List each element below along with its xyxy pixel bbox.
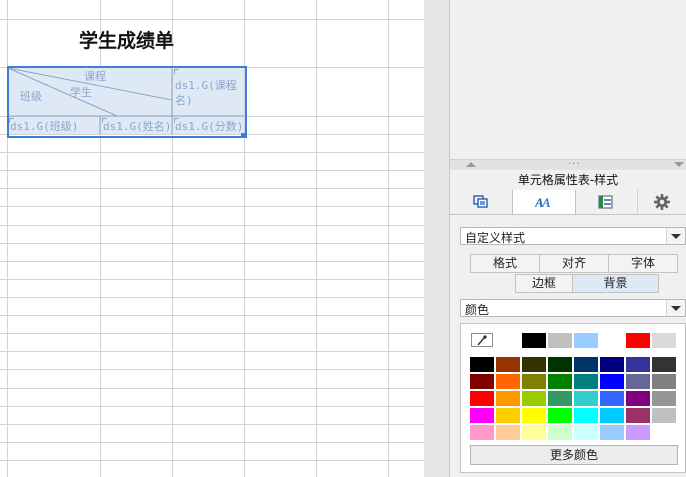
collapse-down-icon[interactable] xyxy=(674,162,684,167)
palette-color-swatch[interactable] xyxy=(470,374,494,389)
palette-color-swatch[interactable] xyxy=(548,391,572,406)
palette-color-swatch[interactable] xyxy=(522,425,546,440)
palette-color-swatch[interactable] xyxy=(600,425,624,440)
palette-color-swatch[interactable] xyxy=(626,374,650,389)
style-select-value: 自定义样式 xyxy=(465,231,526,245)
palette-color-swatch[interactable] xyxy=(522,357,546,372)
palette-color-swatch[interactable] xyxy=(496,408,520,423)
palette-color-swatch[interactable] xyxy=(600,374,624,389)
recent-color-swatch[interactable] xyxy=(600,333,624,348)
style-icon: A A xyxy=(535,195,551,209)
palette-color-swatch[interactable] xyxy=(496,425,520,440)
panel-gap xyxy=(424,0,450,477)
more-colors-button[interactable]: 更多颜色 xyxy=(470,445,678,465)
subtab-font[interactable]: 字体 xyxy=(608,254,678,273)
palette-color-swatch[interactable] xyxy=(600,408,624,423)
selection-fill-handle[interactable] xyxy=(241,133,246,138)
panel-title: 单元格属性表-样式 xyxy=(517,173,619,187)
palette-color-swatch[interactable] xyxy=(548,408,572,423)
collapse-up-icon[interactable] xyxy=(466,162,476,167)
palette-color-swatch[interactable] xyxy=(496,357,520,372)
palette-color-swatch[interactable] xyxy=(496,374,520,389)
palette-color-swatch[interactable] xyxy=(548,374,572,389)
recent-color-swatch[interactable] xyxy=(522,333,546,348)
recent-color-swatch[interactable] xyxy=(626,333,650,348)
report-title[interactable]: 学生成绩单 xyxy=(8,26,245,53)
palette-color-swatch[interactable] xyxy=(574,391,598,406)
palette-color-swatch[interactable] xyxy=(548,425,572,440)
palette-color-swatch[interactable] xyxy=(652,357,676,372)
cell-properties-panel: ··· 单元格属性表-样式 A A 自定义样式 格式 对齐 字体 边框 背景 颜… xyxy=(450,0,686,477)
palette-color-swatch[interactable] xyxy=(522,391,546,406)
palette-color-swatch[interactable] xyxy=(626,391,650,406)
palette-color-swatch[interactable] xyxy=(574,357,598,372)
palette-color-swatch[interactable] xyxy=(626,425,650,440)
cell-props-icon xyxy=(473,194,488,208)
fill-type-value: 颜色 xyxy=(465,303,490,317)
palette-color-swatch[interactable] xyxy=(652,425,676,440)
fill-type-select[interactable]: 颜色 xyxy=(460,299,686,317)
subtab-border[interactable]: 边框 xyxy=(515,274,573,293)
chevron-down-icon[interactable] xyxy=(666,300,685,316)
tab-expand[interactable] xyxy=(575,190,638,213)
recent-color-swatch[interactable] xyxy=(652,333,676,348)
svg-text:A: A xyxy=(541,195,551,209)
gear-icon xyxy=(653,193,670,210)
palette-color-swatch[interactable] xyxy=(470,357,494,372)
eyedropper-icon xyxy=(477,335,488,346)
palette-color-swatch[interactable] xyxy=(652,391,676,406)
palette-color-swatch[interactable] xyxy=(600,357,624,372)
palette-color-swatch[interactable] xyxy=(470,391,494,406)
palette-color-swatch[interactable] xyxy=(574,374,598,389)
spreadsheet-grid[interactable]: 学生成绩单 课程 学生 班级 ds1.G(课程名) ds1.G(班级) ds1.… xyxy=(0,0,424,477)
tab-settings[interactable] xyxy=(637,190,686,213)
palette-color-swatch[interactable] xyxy=(574,425,598,440)
selection-border xyxy=(7,66,247,138)
subtab-format[interactable]: 格式 xyxy=(470,254,540,273)
panel-splitter[interactable]: ··· xyxy=(450,159,686,170)
palette-color-swatch[interactable] xyxy=(626,408,650,423)
tab-cell-properties[interactable] xyxy=(450,190,513,213)
palette-color-swatch[interactable] xyxy=(522,374,546,389)
palette-color-swatch[interactable] xyxy=(470,425,494,440)
grip-icon: ··· xyxy=(568,159,581,170)
recent-color-swatch[interactable] xyxy=(548,333,572,348)
palette-color-swatch[interactable] xyxy=(600,391,624,406)
expand-icon xyxy=(598,195,613,208)
palette-color-swatch[interactable] xyxy=(496,391,520,406)
tab-style[interactable]: A A xyxy=(512,190,576,214)
subtab-background[interactable]: 背景 xyxy=(572,274,659,293)
palette-color-swatch[interactable] xyxy=(652,374,676,389)
color-picker: 更多颜色 xyxy=(460,323,686,473)
palette-color-swatch[interactable] xyxy=(626,357,650,372)
chevron-down-icon[interactable] xyxy=(666,228,685,244)
recent-color-swatch[interactable] xyxy=(574,333,598,348)
eyedropper-button[interactable] xyxy=(471,333,493,347)
subtab-align[interactable]: 对齐 xyxy=(539,254,609,273)
palette-color-swatch[interactable] xyxy=(574,408,598,423)
style-select[interactable]: 自定义样式 xyxy=(460,227,686,245)
palette-color-swatch[interactable] xyxy=(522,408,546,423)
palette-color-swatch[interactable] xyxy=(548,357,572,372)
palette-color-swatch[interactable] xyxy=(652,408,676,423)
panel-tabs: A A xyxy=(450,190,686,215)
palette-color-swatch[interactable] xyxy=(470,408,494,423)
